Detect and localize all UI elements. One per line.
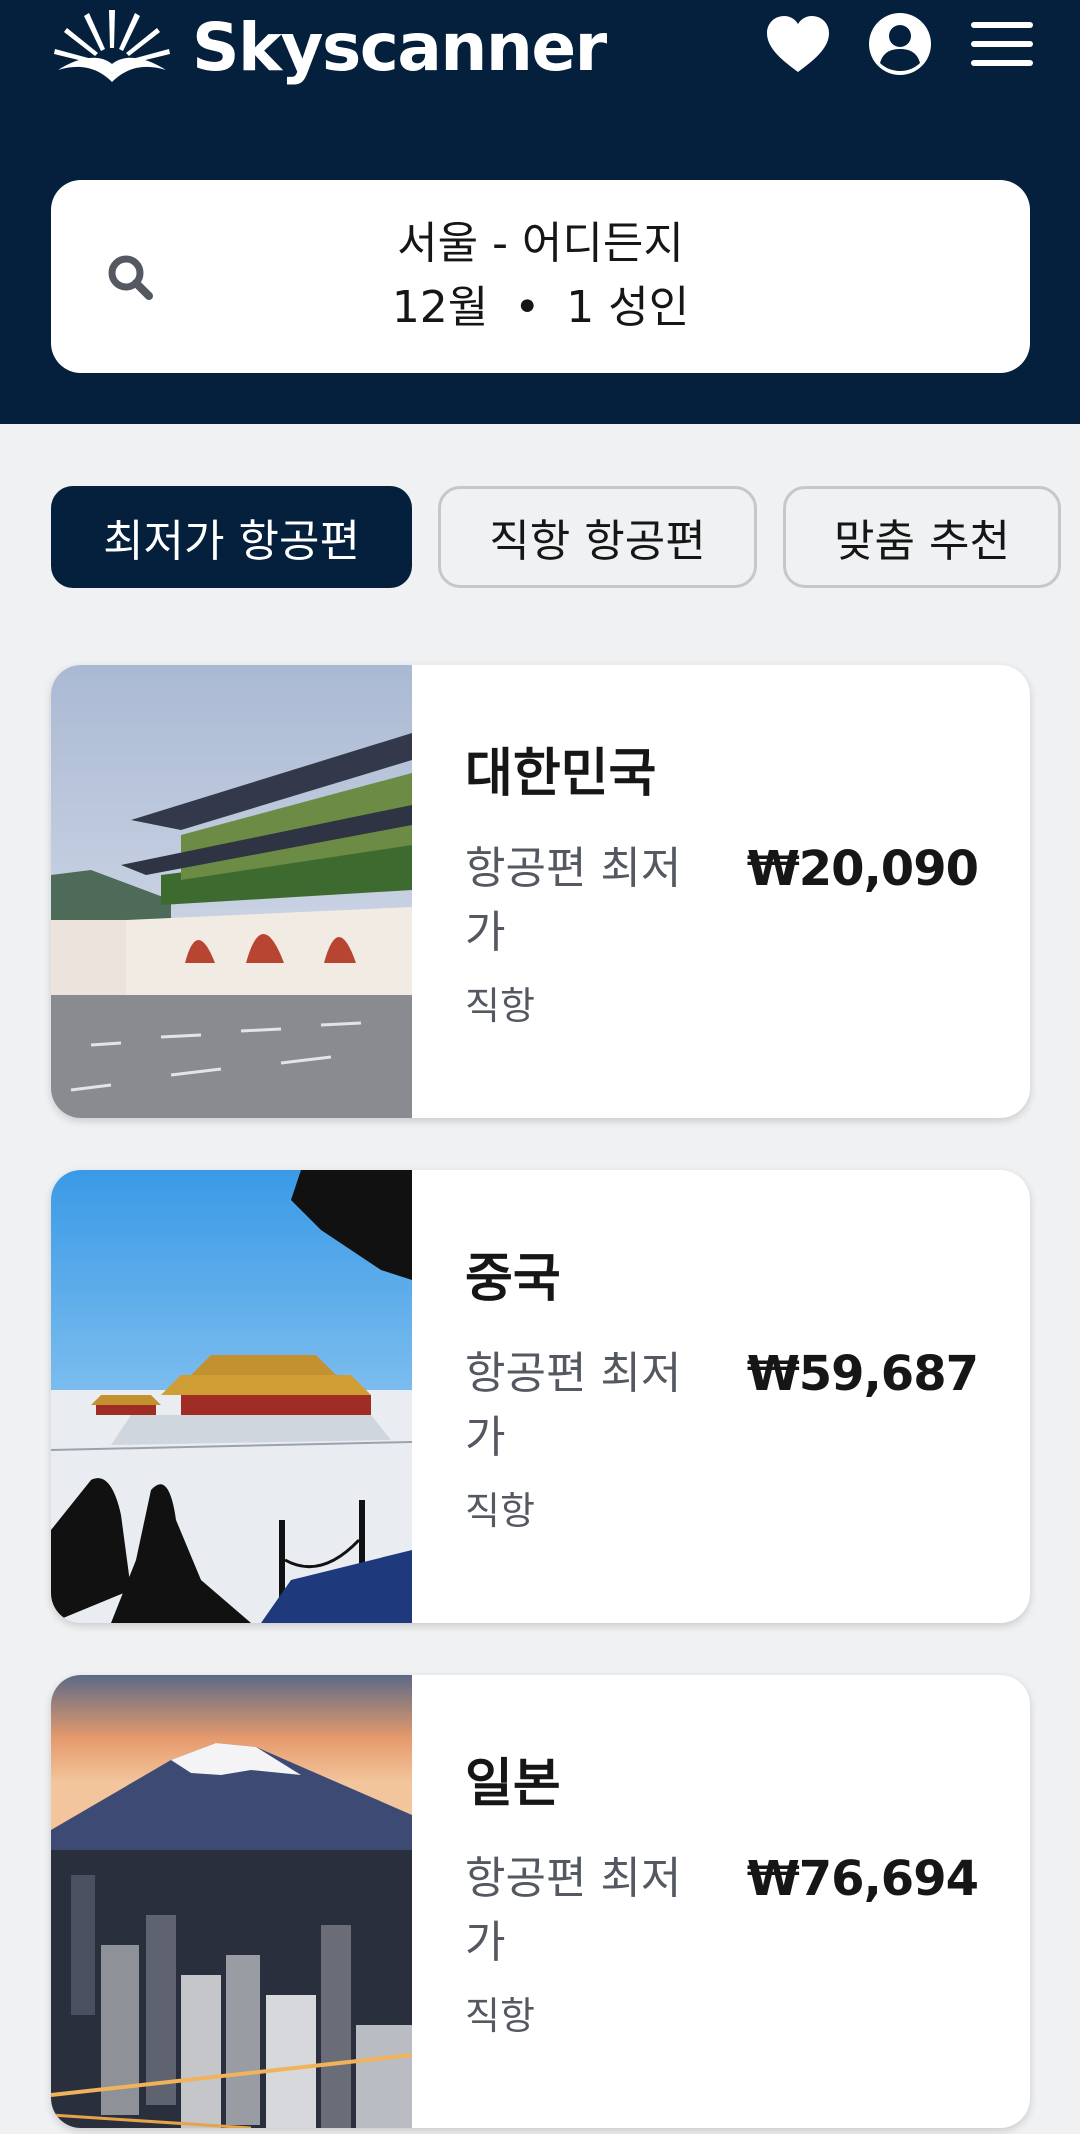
filter-direct-flights[interactable]: 직항 항공편 [438, 486, 757, 588]
skyscanner-logo[interactable]: Skyscanner [50, 0, 607, 96]
destination-subtitle: 항공편 최저가 [465, 843, 682, 958]
saved-button[interactable] [762, 8, 834, 80]
filter-recommended[interactable]: 맞춤 추천 [783, 486, 1061, 588]
destination-price: ₩76,694 [746, 1851, 979, 1907]
menu-icon [971, 22, 1033, 66]
destination-image-japan [51, 1675, 412, 2128]
search-route: 서울 - 어디든지 [397, 218, 684, 269]
destination-country: 대한민국 [465, 744, 657, 804]
destination-image-china [51, 1170, 412, 1623]
destination-card-japan[interactable]: 일본 항공편 최저가 직항 ₩76,694 [51, 1675, 1030, 2128]
separator-dot: • [514, 282, 541, 333]
destination-price: ₩20,090 [746, 841, 979, 897]
destination-card-korea[interactable]: 대한민국 항공편 최저가 직항 ₩20,090 [51, 665, 1030, 1118]
destination-subtitle: 항공편 최저가 [465, 1853, 682, 1968]
account-icon [869, 13, 931, 75]
destination-price: ₩59,687 [746, 1346, 979, 1402]
flight-type-label: 직항 [465, 1994, 535, 2038]
top-header: Skyscanner 서울 - 어디든지 12월 • 1 성인 [0, 0, 1080, 424]
destination-image-korea [51, 665, 412, 1118]
search-month: 12월 [391, 282, 489, 333]
destination-country: 일본 [465, 1754, 561, 1814]
sunrise-logo-icon [54, 10, 170, 82]
flight-type-label: 직항 [465, 1489, 535, 1533]
search-summary[interactable]: 서울 - 어디든지 12월 • 1 성인 [51, 180, 1030, 373]
search-details: 12월 • 1 성인 [51, 286, 1030, 330]
filter-cheapest-flights[interactable]: 최저가 항공편 [51, 486, 412, 588]
menu-button[interactable] [966, 8, 1038, 80]
account-button[interactable] [864, 8, 936, 80]
search-passengers: 1 성인 [566, 282, 690, 333]
destination-subtitle: 항공편 최저가 [465, 1348, 682, 1463]
brand-name: Skyscanner [192, 9, 607, 86]
heart-icon [767, 16, 829, 72]
flight-type-label: 직항 [465, 984, 535, 1028]
destination-card-china[interactable]: 중국 항공편 최저가 직항 ₩59,687 [51, 1170, 1030, 1623]
destination-country: 중국 [465, 1249, 561, 1309]
